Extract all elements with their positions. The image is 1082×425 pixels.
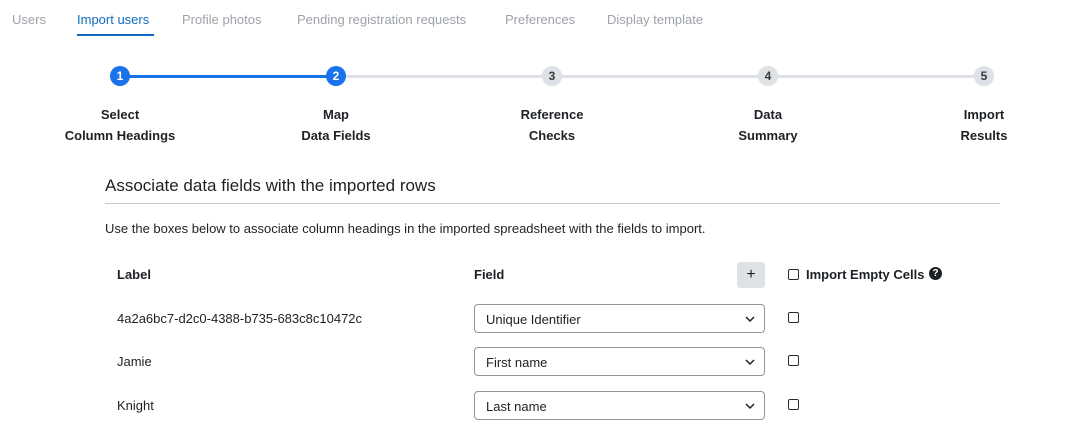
step-1-label: Select Column Headings: [45, 104, 195, 146]
field-column-header: Field: [474, 267, 505, 282]
field-select-value: Unique Identifier: [486, 312, 581, 327]
section-divider: [105, 203, 1000, 204]
step-2-label: Map Data Fields: [261, 104, 411, 146]
row-label: Jamie: [117, 354, 152, 369]
step-4-indicator: 4: [758, 66, 778, 86]
step-5-label-line2: Results: [960, 128, 1008, 143]
field-select[interactable]: Unique Identifier: [474, 304, 765, 333]
step-1-label-line2: Column Headings: [64, 128, 176, 143]
help-icon[interactable]: ?: [929, 267, 942, 280]
section-title: Associate data fields with the imported …: [105, 176, 436, 195]
tab-users[interactable]: Users: [12, 12, 46, 27]
step-connector-1-2: [120, 75, 336, 78]
tab-preferences[interactable]: Preferences: [505, 12, 575, 27]
field-select-value: First name: [486, 355, 548, 370]
progress-stepper: 1 2 3 4 5 Select Column Headings Map Dat…: [0, 60, 1082, 150]
row-label: 4a2a6bc7-d2c0-4388-b735-683c8c10472c: [117, 311, 363, 326]
step-5-label-line1: Import: [963, 107, 1005, 122]
step-connector-2-5: [336, 75, 984, 78]
chevron-down-icon: [745, 359, 755, 366]
step-2-label-line2: Data Fields: [301, 128, 371, 143]
step-3-indicator: 3: [542, 66, 562, 86]
step-1-label-line1: Select: [100, 107, 140, 122]
step-4-label: Data Summary: [693, 104, 843, 146]
step-5-indicator: 5: [974, 66, 994, 86]
field-select[interactable]: First name: [474, 347, 765, 376]
tab-import-users[interactable]: Import users: [77, 12, 149, 27]
step-1-indicator: 1: [110, 66, 130, 86]
chevron-down-icon: [745, 316, 755, 323]
row-import-empty-checkbox[interactable]: [788, 312, 799, 323]
step-3-label: Reference Checks: [477, 104, 627, 146]
step-3-label-line2: Checks: [528, 128, 576, 143]
step-3-label-line1: Reference: [520, 107, 584, 122]
step-4-label-line1: Data: [753, 107, 783, 122]
row-import-empty-checkbox[interactable]: [788, 355, 799, 366]
step-2-indicator: 2: [326, 66, 346, 86]
add-mapping-button[interactable]: +: [737, 262, 765, 288]
step-2-label-line1: Map: [323, 107, 349, 122]
field-select[interactable]: Last name: [474, 391, 765, 420]
chevron-down-icon: [745, 403, 755, 410]
import-empty-cells-checkbox[interactable]: [788, 269, 799, 280]
section-description: Use the boxes below to associate column …: [105, 221, 706, 236]
tab-pending-registration-requests[interactable]: Pending registration requests: [297, 12, 466, 27]
row-label: Knight: [117, 398, 154, 413]
step-5-label: Import Results: [909, 104, 1059, 146]
field-select-value: Last name: [486, 399, 547, 414]
step-4-label-line2: Summary: [738, 128, 798, 143]
row-import-empty-checkbox[interactable]: [788, 399, 799, 410]
tab-profile-photos[interactable]: Profile photos: [182, 12, 262, 27]
tab-display-template[interactable]: Display template: [607, 12, 703, 27]
label-column-header: Label: [117, 267, 151, 282]
active-tab-indicator: [77, 34, 154, 36]
import-empty-cells-label: Import Empty Cells: [806, 267, 925, 282]
tab-bar: Users Import users Profile photos Pendin…: [0, 0, 1082, 40]
